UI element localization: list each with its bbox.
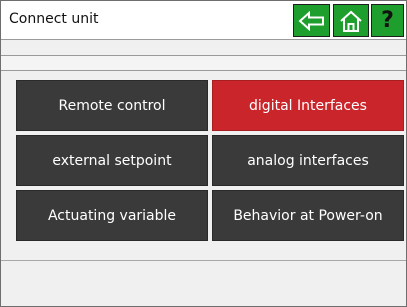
menu-panel: Remote control digital Interfaces extern… bbox=[1, 71, 406, 306]
divider-strip bbox=[1, 55, 406, 71]
menu-button-label: Actuating variable bbox=[47, 207, 177, 224]
menu-button-behavior-at-power-on[interactable]: Behavior at Power-on bbox=[212, 190, 404, 241]
home-icon bbox=[340, 10, 362, 32]
menu-button-label: Behavior at Power-on bbox=[233, 207, 383, 224]
page-title: Connect unit bbox=[9, 11, 99, 27]
menu-button-label: Remote control bbox=[58, 97, 166, 114]
menu-button-actuating-variable[interactable]: Actuating variable bbox=[16, 190, 208, 241]
bottom-divider bbox=[1, 260, 406, 261]
menu-button-label: external setpoint bbox=[52, 152, 172, 169]
help-icon: ? bbox=[381, 7, 394, 33]
menu-button-remote-control[interactable]: Remote control bbox=[16, 80, 208, 131]
help-button[interactable]: ? bbox=[371, 4, 404, 37]
arrow-left-icon bbox=[297, 10, 324, 31]
device-screen: Connect unit ? Remote control digital In… bbox=[0, 0, 407, 307]
header-bar: Connect unit ? bbox=[1, 1, 406, 40]
menu-button-label: digital Interfaces bbox=[249, 97, 367, 114]
menu-button-label: analog interfaces bbox=[247, 152, 369, 169]
home-button[interactable] bbox=[333, 4, 369, 37]
menu-button-external-setpoint[interactable]: external setpoint bbox=[16, 135, 208, 186]
menu-button-analog-interfaces[interactable]: analog interfaces bbox=[212, 135, 404, 186]
back-button[interactable] bbox=[293, 4, 330, 37]
menu-button-digital-interfaces[interactable]: digital Interfaces bbox=[212, 80, 404, 131]
